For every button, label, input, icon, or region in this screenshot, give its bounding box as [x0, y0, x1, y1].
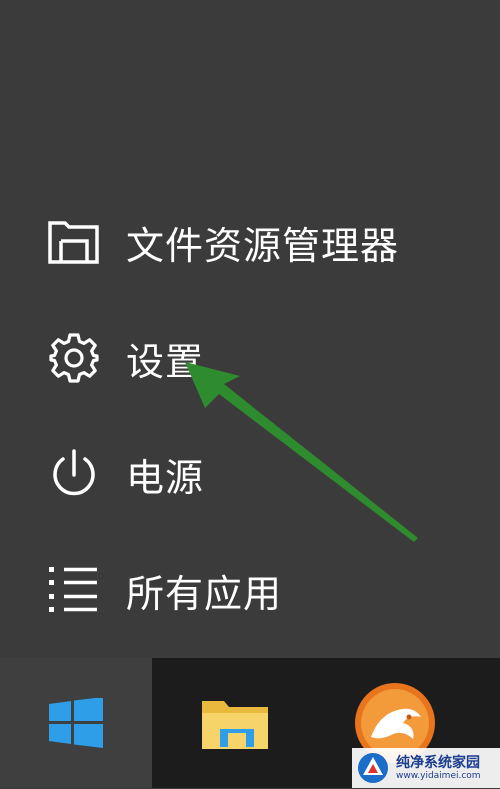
watermark-logo-icon [356, 751, 390, 785]
menu-item-power[interactable]: 电源 [0, 424, 500, 524]
start-menu: 文件资源管理器 设置 电源 所有应用 [0, 0, 500, 658]
menu-item-label: 设置 [126, 339, 205, 384]
list-icon [46, 562, 102, 618]
start-button[interactable] [0, 658, 152, 788]
power-icon [46, 446, 102, 502]
watermark-title: 纯净系统家园 [396, 754, 480, 771]
watermark: 纯净系统家园 www.yidaimei.com [352, 748, 500, 788]
menu-item-label: 文件资源管理器 [126, 223, 400, 268]
gear-icon [46, 330, 102, 386]
watermark-url: www.yidaimei.com [396, 770, 481, 781]
windows-logo-icon [0, 658, 152, 788]
menu-item-all-apps[interactable]: 所有应用 [0, 540, 500, 640]
menu-item-settings[interactable]: 设置 [0, 308, 500, 408]
folder-icon[interactable] [190, 658, 280, 788]
menu-item-label: 所有应用 [126, 571, 283, 616]
menu-item-label: 电源 [126, 455, 205, 500]
menu-item-file-explorer[interactable]: 文件资源管理器 [0, 192, 500, 292]
file-explorer-icon [46, 214, 102, 270]
